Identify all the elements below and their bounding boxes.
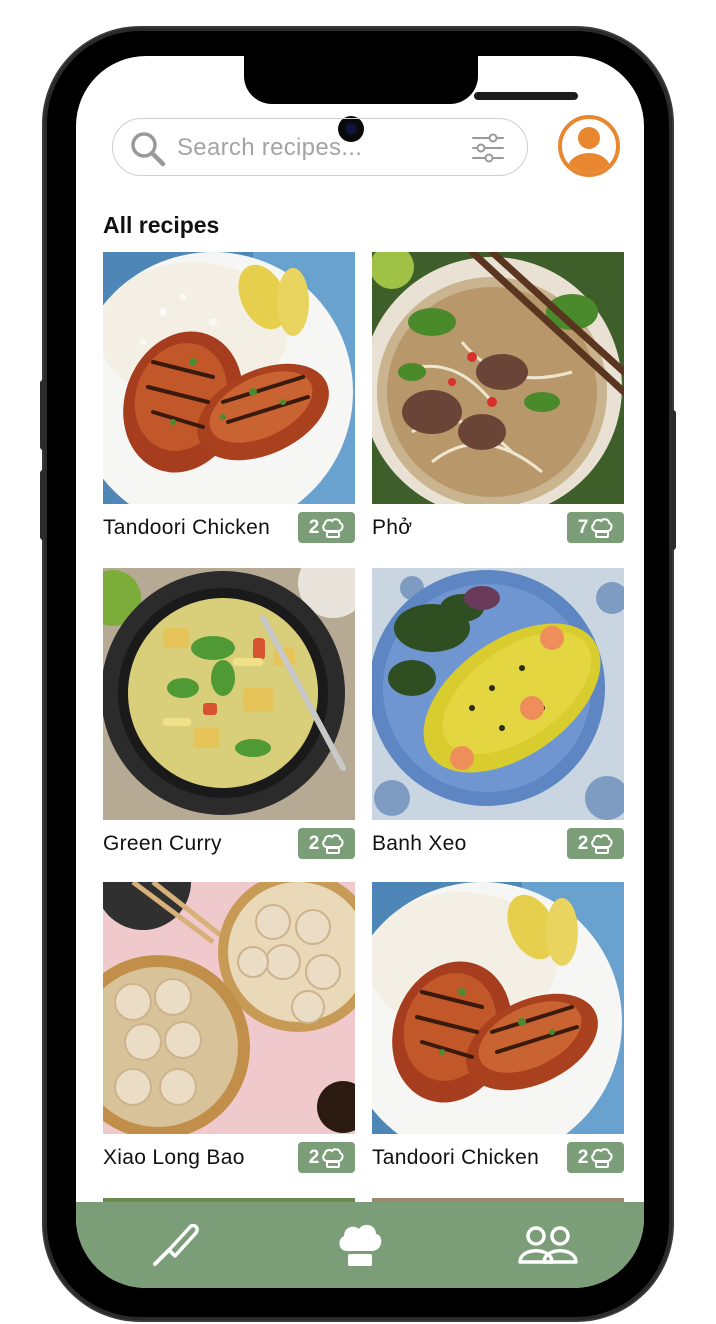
chef-hat-icon	[339, 1224, 382, 1266]
servings-badge: 2	[298, 1142, 355, 1173]
phone-side-button	[40, 380, 46, 450]
knife-icon	[153, 1223, 199, 1266]
recipe-card[interactable]: Green Curry 2	[103, 568, 355, 859]
chef-hat-icon	[591, 833, 613, 854]
recipe-image	[103, 568, 355, 820]
recipe-card[interactable]: Xiao Long Bao 2	[103, 882, 355, 1173]
recipe-name: Banh Xeo	[372, 832, 467, 855]
servings-count: 2	[308, 1146, 320, 1168]
nav-tab-community[interactable]	[508, 1202, 588, 1288]
phone-side-button	[40, 470, 46, 540]
nav-tab-knife[interactable]	[136, 1202, 216, 1288]
servings-badge: 2	[298, 828, 355, 859]
chef-hat-icon	[591, 517, 613, 538]
chef-hat-icon	[322, 1147, 344, 1168]
recipe-image	[103, 882, 355, 1134]
user-avatar-icon[interactable]	[557, 114, 621, 178]
servings-count: 2	[577, 1146, 589, 1168]
recipe-name: Tandoori Chicken	[372, 1146, 540, 1169]
recipe-card[interactable]: Tandoori Chicken 2	[103, 252, 355, 543]
recipe-image	[372, 568, 624, 820]
app-screen: Search recipes... All recipes Tandoori C…	[76, 56, 644, 1288]
users-icon	[518, 1226, 578, 1264]
recipe-name: Phở	[372, 516, 413, 539]
search-input[interactable]: Search recipes...	[177, 134, 362, 162]
recipe-card[interactable]: Phở 7	[372, 252, 624, 543]
recipe-card[interactable]: Banh Xeo 2	[372, 568, 624, 859]
chef-hat-icon	[322, 517, 344, 538]
servings-count: 2	[308, 516, 320, 538]
recipe-name: Green Curry	[103, 832, 222, 855]
phone-side-button	[670, 410, 676, 550]
servings-badge: 7	[567, 512, 624, 543]
recipe-image	[103, 252, 355, 504]
servings-count: 2	[308, 832, 320, 854]
servings-badge: 2	[567, 828, 624, 859]
bottom-nav	[76, 1202, 644, 1288]
search-bar[interactable]: Search recipes...	[112, 118, 528, 176]
servings-badge: 2	[298, 512, 355, 543]
filter-sliders-icon[interactable]	[471, 133, 505, 163]
search-icon	[131, 132, 166, 167]
recipe-card[interactable]: Tandoori Chicken 2	[372, 882, 624, 1173]
section-title: All recipes	[103, 212, 220, 238]
chef-hat-icon	[322, 833, 344, 854]
nav-tab-recipes[interactable]	[320, 1202, 400, 1288]
recipe-image	[372, 252, 624, 504]
notch	[244, 56, 578, 104]
servings-count: 2	[577, 832, 589, 854]
speaker	[474, 92, 578, 100]
chef-hat-icon	[591, 1147, 613, 1168]
recipe-name: Tandoori Chicken	[103, 516, 271, 539]
servings-count: 7	[577, 516, 589, 538]
servings-badge: 2	[567, 1142, 624, 1173]
recipe-image	[372, 882, 624, 1134]
recipe-name: Xiao Long Bao	[103, 1146, 245, 1169]
